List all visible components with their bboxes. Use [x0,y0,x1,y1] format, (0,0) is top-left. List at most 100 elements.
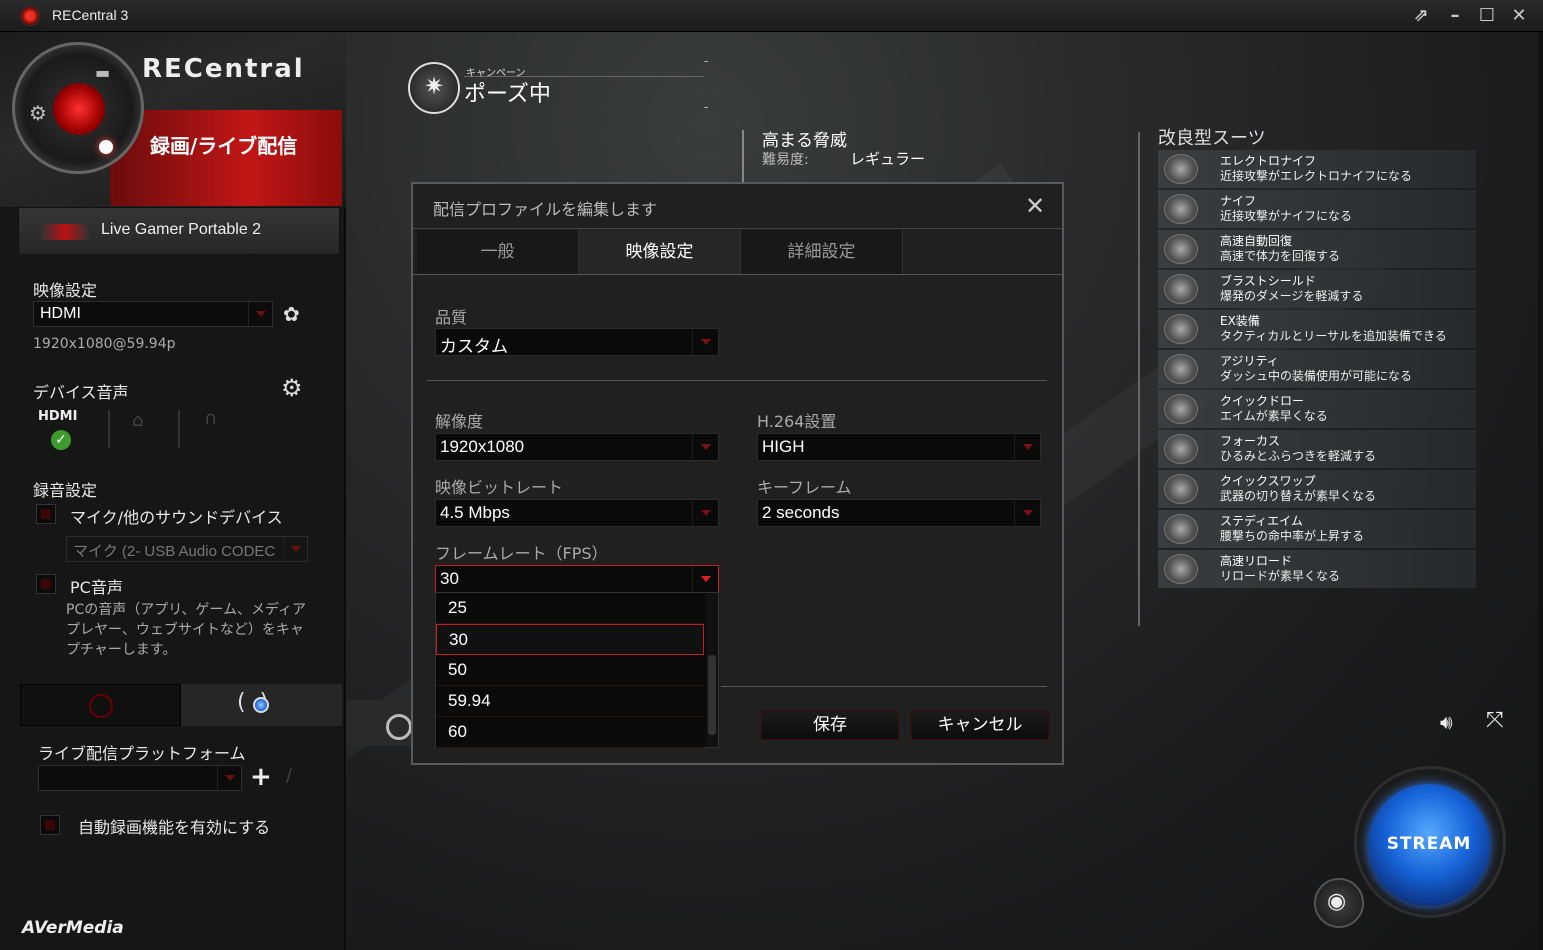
close-icon[interactable]: ✕ [1508,5,1530,27]
bitrate-select[interactable]: 4.5 Mbps [435,499,719,527]
logo-area: ⚙ ▬ RECentral 録画/ライブ配信 [0,32,346,207]
bitrate-value: 4.5 Mbps [440,503,510,522]
quality-value: カスタム [440,337,508,356]
fps-select[interactable]: 30 [435,565,719,593]
tab-video-settings[interactable]: 映像設定 [579,230,741,274]
fps-value: 30 [440,569,459,588]
pc-audio-label: PC音声 [70,578,123,597]
h264-select[interactable]: HIGH [757,433,1041,461]
divider [413,274,1062,275]
divider [427,380,1047,381]
suit-desc: 近接攻撃がナイフになる [1220,209,1353,223]
palette-icon[interactable]: ✿ [283,302,300,326]
fps-option[interactable]: 59.94 [436,686,704,717]
mode-label: 録画/ライブ配信 [150,134,298,158]
screenshot-button[interactable]: ◉ [1314,878,1364,928]
tab-record[interactable] [20,684,181,726]
stream-button[interactable]: STREAM [1368,784,1490,906]
live-dot-icon [253,697,269,713]
resolution-select[interactable]: 1920x1080 [435,433,719,461]
suit-desc: ひるみとふらつきを軽減する [1220,449,1377,463]
pc-audio-checkbox[interactable] [36,574,56,594]
scrollbar[interactable] [1538,32,1543,950]
settings-gear-icon[interactable]: ⚙ [29,101,47,125]
signal-info: 1920x1080@59.94p [33,336,176,352]
gamepad-icon[interactable]: ⌂ [132,410,143,431]
fps-option[interactable]: 60 [436,717,704,748]
divider: - [704,100,709,114]
keyframe-label: キーフレーム [757,478,852,497]
tab-general[interactable]: 一般 [417,230,579,274]
suit-desc: リロードが素早くなる [1220,569,1341,583]
resolution-label: 解像度 [435,412,484,431]
platform-select[interactable] [38,765,242,791]
suit-item: クイックドロー エイムが素早くなる [1158,390,1476,428]
app-icon [20,6,40,26]
suit-item: クイックスワップ 武器の切り替えが素早くなる [1158,470,1476,508]
stream-button-label: STREAM [1386,834,1472,854]
quality-select[interactable]: カスタム [435,328,719,356]
edit-pencil-icon[interactable]: / [286,765,292,786]
save-button[interactable]: 保存 [761,710,899,740]
suit-item: ナイフ 近接攻撃がナイフになる [1158,190,1476,228]
brand-logo: RECentral [142,54,305,84]
minimize-icon[interactable]: – [1444,5,1466,27]
threat-title: 高まる脅威 [762,131,847,151]
chevron-down-icon [217,766,241,790]
video-source-value: HDMI [40,305,81,322]
tab-advanced[interactable]: 詳細設定 [741,230,903,274]
suit-desc: タクティカルとリーサルを追加装備できる [1220,329,1447,343]
maximize-icon[interactable]: ☐ [1476,5,1498,27]
record-icon [89,694,113,718]
dropdown-scroll-thumb[interactable] [708,655,716,735]
hdmi-audio-label: HDMI [38,409,78,424]
suit-icon [1164,434,1198,464]
device-name: Live Gamer Portable 2 [101,221,262,238]
check-icon[interactable]: ✓ [51,430,71,450]
avermedia-logo: AVerMedia [22,918,124,938]
volume-icon[interactable]: 🔊︎ [1440,710,1453,734]
mic-checkbox[interactable] [36,504,56,524]
chevron-down-icon [692,329,718,355]
cancel-button[interactable]: キャンセル [911,710,1049,740]
audio-settings-gear-icon[interactable]: ⚙ [281,374,303,402]
pc-audio-description: PCの音声（アプリ、ゲーム、メディアプレヤー、ウェブサイトなど）をキャプチャーし… [66,602,306,658]
record-dot-icon [99,140,113,154]
suit-icon [1164,354,1198,384]
chevron-down-icon [692,566,718,592]
bitrate-label: 映像ビットレート [435,478,564,497]
main-menu-disc[interactable]: ⚙ ▬ [12,42,144,174]
fps-option[interactable]: 50 [436,655,704,686]
chevron-down-icon [692,434,718,460]
suit-desc: エイムが素早くなる [1220,409,1328,423]
divider [108,410,110,448]
suit-icon [1164,554,1198,584]
preview-audio-icon[interactable] [386,714,412,740]
chevron-down-icon [692,500,718,526]
fps-option-selected[interactable]: 30 [436,624,704,655]
keyframe-select[interactable]: 2 seconds [757,499,1041,527]
suit-desc: 爆発のダメージを軽減する [1220,289,1364,303]
dialog-close-icon[interactable]: ✕ [1025,192,1045,220]
fps-option[interactable]: 25 [436,593,704,624]
h264-label: H.264設置 [757,412,837,431]
chevron-down-icon [248,302,272,326]
headset-icon[interactable]: ∩ [204,408,217,429]
chevron-down-icon [283,537,307,561]
tab-live-stream[interactable]: () [181,684,342,726]
chevron-down-icon [1014,434,1040,460]
add-platform-icon[interactable]: + [250,762,272,792]
folder-icon[interactable]: ▬ [95,63,110,82]
suit-icon [1164,274,1198,304]
device-selector[interactable]: Live Gamer Portable 2 [18,207,340,255]
divider [413,228,1062,229]
video-source-select[interactable]: HDMI [33,301,273,327]
pin-icon[interactable]: ⇗ [1410,5,1432,27]
camera-icon: ◉ [1327,889,1347,914]
mic-label: マイク/他のサウンドデバイス [70,508,283,527]
auto-record-checkbox[interactable] [40,815,60,835]
mic-device-select[interactable]: マイク (2- USB Audio CODEC [66,536,308,562]
suit-item: フォーカス ひるみとふらつきを軽減する [1158,430,1476,468]
fullscreen-icon[interactable]: ⤧ [1486,708,1504,733]
suit-item: 高速リロード リロードが素早くなる [1158,550,1476,588]
